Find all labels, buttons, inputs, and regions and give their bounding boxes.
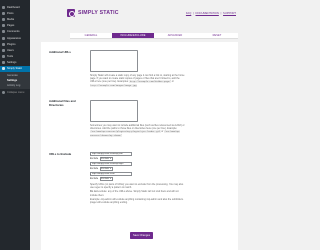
plugin-header: SIMPLY STATIC FAQ | DOCUMENTATION | SUPP…	[36, 7, 246, 29]
wrench-icon	[2, 55, 5, 59]
faq-link[interactable]: FAQ	[186, 12, 191, 15]
exclude-url-input[interactable]: http://simply-static.local/wp-login	[90, 162, 132, 166]
documentation-link[interactable]: DOCUMENTATION	[196, 12, 219, 15]
user-icon	[2, 48, 5, 52]
save-changes-button[interactable]: Save Changes	[130, 232, 153, 239]
exclude-rule-row: Exclude Exclude	[90, 177, 113, 181]
collapse-menu-button[interactable]: Collapse menu	[0, 89, 30, 95]
media-icon	[2, 17, 5, 21]
page-icon	[2, 24, 5, 28]
dashboard-icon	[2, 5, 5, 9]
additional-files-label: Additional Files and Directories	[49, 99, 76, 107]
exclude-url-input[interactable]: http://simply-static.local	[90, 172, 132, 176]
additional-urls-label: Additional URLs	[49, 50, 71, 54]
plugin-icon	[2, 42, 5, 46]
exclude-rule-row: Exclude Exclude	[90, 167, 113, 171]
brush-icon	[2, 36, 5, 40]
tab-include-exclude[interactable]: INCLUDE/EXCLUDE	[112, 33, 154, 38]
header-links: FAQ | DOCUMENTATION | SUPPORT	[185, 12, 236, 15]
admin-sidebar: Dashboard Posts Media Pages Comments App…	[0, 0, 30, 250]
collapse-icon	[2, 90, 5, 94]
exclude-rule-select[interactable]: Exclude	[99, 157, 113, 161]
main-content: SIMPLY STATIC FAQ | DOCUMENTATION | SUPP…	[30, 0, 250, 250]
submenu-item-activity-log[interactable]: Activity Log	[0, 83, 30, 88]
tab-advanced[interactable]: ADVANCED	[154, 33, 196, 38]
additional-urls-textarea[interactable]	[90, 50, 138, 72]
additional-files-description: Sometimes you may want to include additi…	[90, 124, 185, 137]
link-separator: |	[220, 12, 222, 15]
exclude-row: http://simply-static.local/wp-login	[90, 162, 132, 166]
settings-tabs: GENERAL INCLUDE/EXCLUDE ADVANCED RESET	[70, 33, 238, 39]
exclude-row: http://simply-static.local/wp-json	[90, 152, 132, 156]
tab-reset[interactable]: RESET	[196, 33, 238, 38]
exclude-row: http://simply-static.local	[90, 172, 132, 176]
exclude-url-input[interactable]: http://simply-static.local/wp-json	[90, 152, 132, 156]
comment-icon	[2, 30, 5, 34]
simply-static-logo: SIMPLY STATIC	[67, 9, 119, 17]
sidebar-submenu: Generate Settings Activity Log	[0, 72, 30, 90]
support-link[interactable]: SUPPORT	[223, 12, 236, 15]
simply-static-icon	[2, 67, 5, 71]
exclude-urls-label: URLs to Exclude	[49, 152, 72, 156]
link-separator: |	[193, 12, 194, 15]
additional-files-textarea[interactable]	[90, 100, 138, 122]
logo-mark-icon	[67, 9, 75, 17]
exclude-rule-select[interactable]: Exclude	[99, 167, 113, 171]
tab-general[interactable]: GENERAL	[70, 33, 112, 38]
pin-icon	[2, 11, 5, 15]
settings-panel: Additional URLs Simply Static will creat…	[41, 42, 238, 250]
exclude-rule-select[interactable]: Exclude	[99, 177, 113, 181]
settings-icon	[2, 61, 5, 65]
additional-urls-description: Simply Static will create a static copy …	[90, 74, 185, 87]
exclude-description: Specify URLs (or parts of URLs) you want…	[90, 183, 184, 205]
exclude-rule-row: Exclude Exclude	[90, 157, 113, 161]
